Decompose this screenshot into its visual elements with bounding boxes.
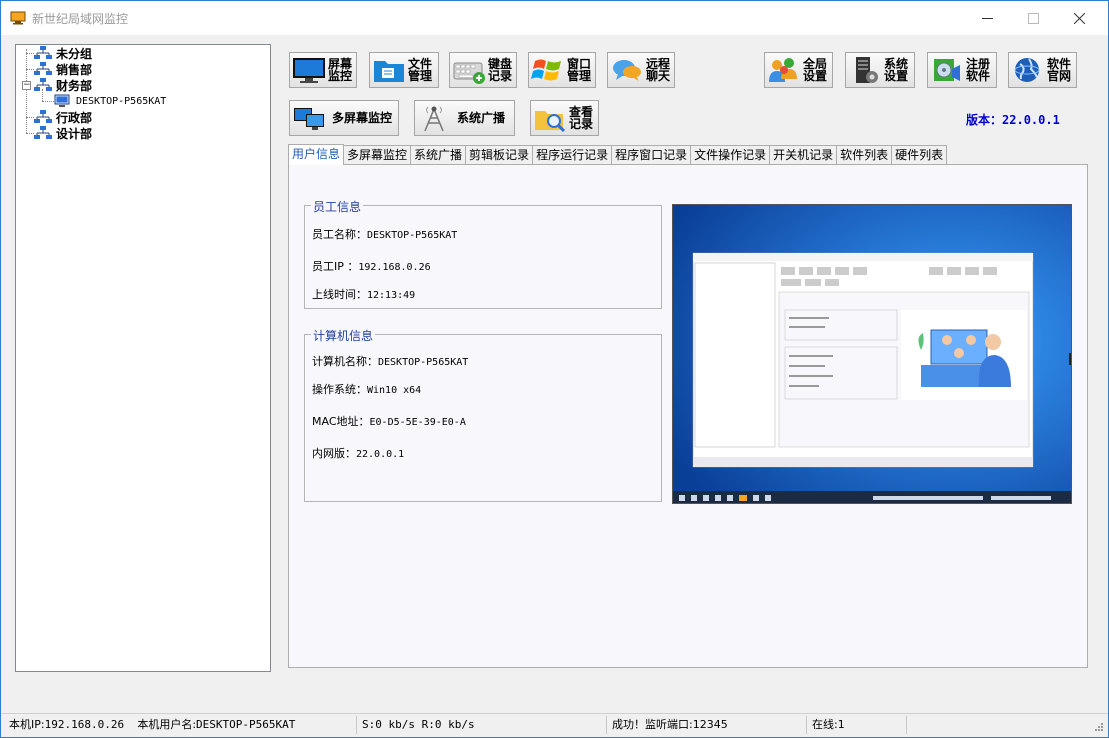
version-label: 版本： [966,113,1003,127]
tree-item-group[interactable]: 未分组 [34,45,92,61]
remote-screen-preview[interactable] [672,204,1072,504]
folder-search-icon [535,111,566,133]
maximize-icon [1027,12,1039,24]
status-transfer-speed: S:0 kb/s R:0 kb/s [357,716,607,734]
record-tabs: 用户信息 多屏幕监控 系统广播 剪辑板记录 程序运行记录 程序窗口记录 文件操作… [288,144,948,165]
version-display: 版本：22.0.0.1 [966,111,1060,128]
computer-info-legend: 计算机信息 [311,327,376,344]
view-records-button[interactable]: 查看 记录 [530,100,599,136]
folder-icon [374,61,404,82]
keyboard-icon [453,62,485,84]
network-group-icon [34,110,52,123]
tab-user-info[interactable]: 用户信息 [288,144,345,165]
computer-icon [54,94,70,107]
website-button[interactable]: 软件 官网 [1008,52,1077,88]
network-group-icon [34,46,52,59]
tree-item-label: 未分组 [56,46,93,61]
close-icon [1073,12,1085,24]
network-group-icon [34,62,52,75]
close-button[interactable] [1056,1,1102,35]
tab-program-run-log[interactable]: 程序运行记录 [532,145,613,165]
main-window: 新世纪局域网监控 − 未分组 销售部 财务部 DESKTOP-P565KAT 行… [0,0,1109,738]
os-field: 操作系统：Win10 x64 [312,383,422,396]
multi-screen-button[interactable]: 多屏幕监控 [289,100,399,136]
mac-address-field: MAC地址：E0-D5-5E-39-E0-A [312,415,466,428]
monitor-icon [293,58,325,83]
tree-item-label: DESKTOP-P565KAT [76,95,167,107]
employee-name-field: 员工名称：DESKTOP-P565KAT [312,228,458,241]
antenna-icon [424,106,444,132]
status-listen-result: 成功！监听端口:12345 [607,716,807,734]
tree-item-computer[interactable]: DESKTOP-P565KAT [54,93,168,109]
status-bar: 本机IP:192.168.0.26 本机用户名:DESKTOP-P565KAT … [1,713,1108,737]
tab-power-log[interactable]: 开关机记录 [769,145,838,165]
file-manage-button[interactable]: 文件 管理 [369,52,439,88]
employee-online-time-field: 上线时间：12:13:49 [312,288,416,301]
keyboard-log-button[interactable]: 键盘 记录 [449,52,517,88]
employee-info-legend: 员工信息 [311,198,364,215]
tree-item-group[interactable]: 销售部 [34,61,92,77]
chat-bubble-icon [613,60,641,81]
employee-info-group: 员工信息 员工名称：DESKTOP-P565KAT 员工IP ：192.168.… [304,198,662,309]
remote-chat-button[interactable]: 远程 聊天 [607,52,675,88]
computer-name-field: 计算机名称：DESKTOP-P565KAT [312,355,469,368]
tree-item-label: 财务部 [56,78,93,93]
computer-info-group: 计算机信息 计算机名称：DESKTOP-P565KAT 操作系统：Win10 x… [304,327,662,502]
tree-item-label: 设计部 [56,126,93,141]
monitor-app-icon [10,11,26,25]
broadcast-button[interactable]: 系统广播 [414,100,515,136]
department-tree[interactable]: − 未分组 销售部 财务部 DESKTOP-P565KAT 行政部 设计部 [15,44,271,672]
remote-desktop-thumbnail [673,205,1071,503]
intranet-version-field: 内网版：22.0.0.1 [312,447,405,460]
tab-clipboard-log[interactable]: 剪辑板记录 [465,145,534,165]
tab-broadcast[interactable]: 系统广播 [410,145,467,165]
tree-item-group[interactable]: 行政部 [34,109,92,125]
version-value: 22.0.0.1 [1002,113,1060,127]
title-bar: 新世纪局域网监控 [1,1,1108,35]
window-title: 新世纪局域网监控 [32,12,129,26]
tree-item-label: 销售部 [56,62,93,77]
network-group-icon [34,78,52,91]
tree-item-label: 行政部 [56,110,93,125]
users-icon [769,58,797,82]
status-local-info: 本机IP:192.168.0.26 本机用户名:DESKTOP-P565KAT [4,716,357,734]
resize-grip-icon[interactable] [1092,722,1104,734]
maximize-button[interactable] [1010,1,1056,35]
tab-program-window-log[interactable]: 程序窗口记录 [611,145,692,165]
minimize-button[interactable] [964,1,1010,35]
system-settings-button[interactable]: 系统 设置 [845,52,915,88]
screen-monitor-button[interactable]: 屏幕 监控 [289,52,357,88]
tree-item-group[interactable]: 财务部 [34,77,92,93]
status-online-count: 在线:1 [807,716,907,734]
tab-file-operation-log[interactable]: 文件操作记录 [690,145,771,165]
minimize-icon [981,17,993,19]
employee-ip-field: 员工IP ：192.168.0.26 [312,260,431,273]
windows-logo-icon [531,59,561,81]
tab-software-list[interactable]: 软件列表 [836,145,893,165]
collapse-toggle[interactable]: − [22,81,31,90]
network-group-icon [34,126,52,139]
globe-icon [1014,58,1040,82]
global-settings-button[interactable]: 全局 设置 [764,52,833,88]
tab-hardware-list[interactable]: 硬件列表 [891,145,948,165]
register-button[interactable]: 注册 软件 [927,52,997,88]
window-manage-button[interactable]: 窗口 管理 [528,52,596,88]
multi-monitor-icon [294,108,324,130]
tree-item-group[interactable]: 设计部 [34,125,92,141]
software-install-icon [934,59,960,81]
tab-multi-screen[interactable]: 多屏幕监控 [343,145,412,165]
server-icon [856,57,878,83]
